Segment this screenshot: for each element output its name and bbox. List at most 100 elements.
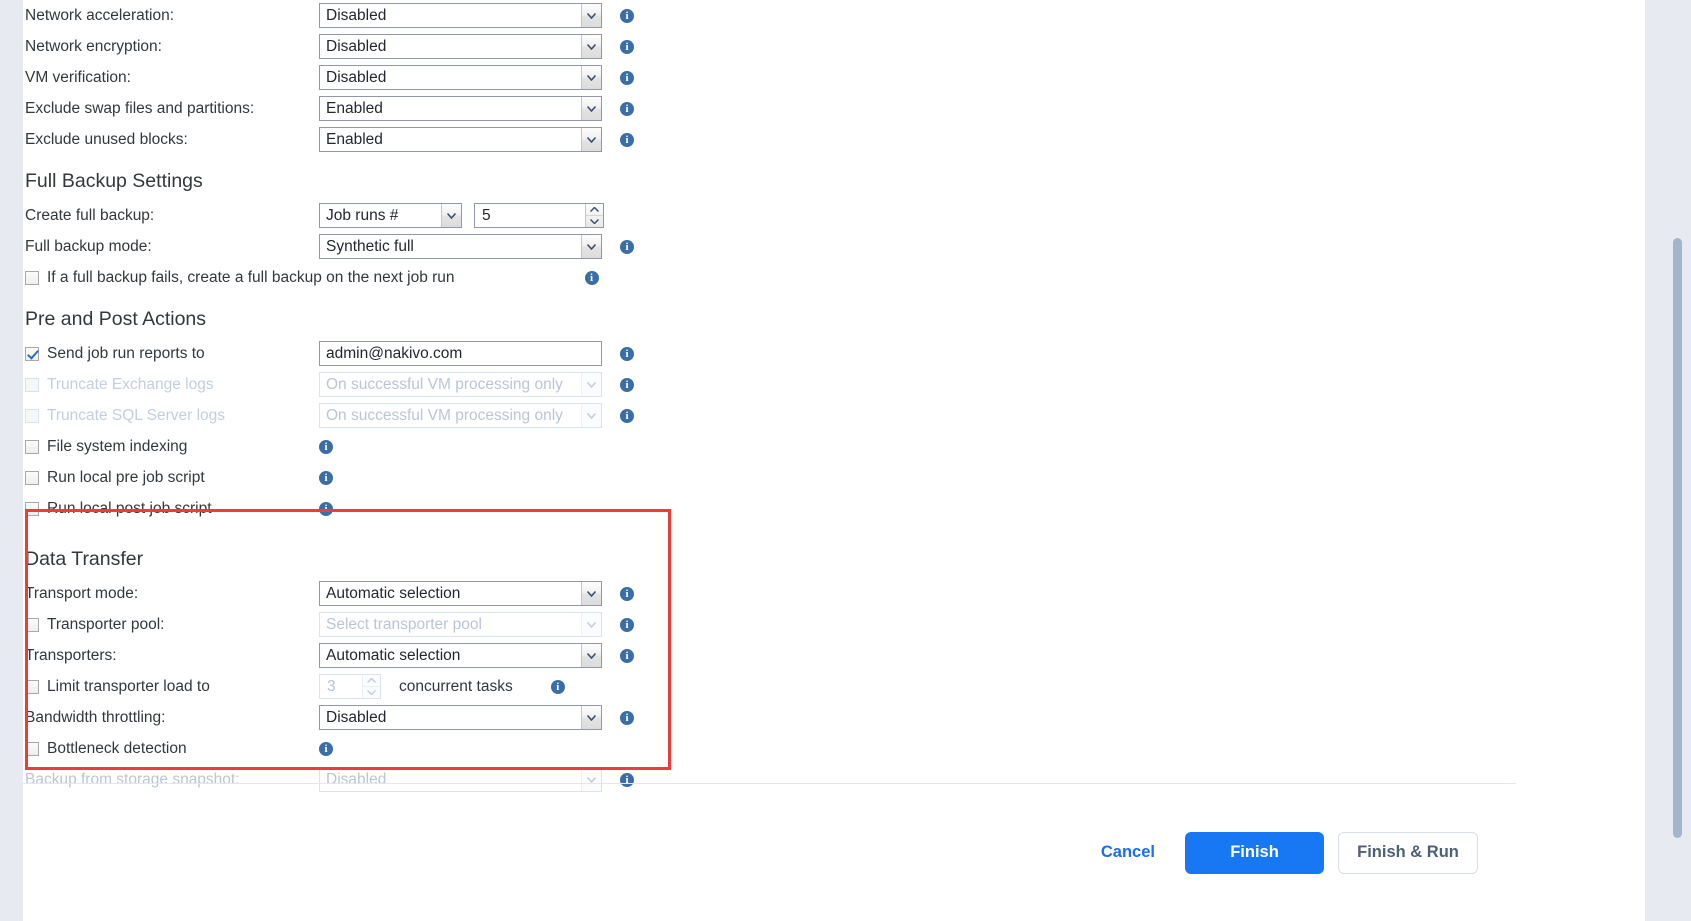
info-icon[interactable]: i (620, 346, 634, 361)
info-icon[interactable]: i (620, 617, 634, 632)
stepper-down-icon[interactable] (586, 216, 603, 227)
checkbox-icon[interactable] (25, 470, 39, 485)
checkbox-icon[interactable] (25, 439, 39, 454)
info-icon[interactable]: i (620, 70, 634, 85)
label-exclude-swap-files: Exclude swap files and partitions: (25, 99, 255, 117)
info-icon[interactable]: i (550, 679, 565, 694)
label-transporters: Transporters: (25, 646, 117, 664)
setting-row-transporter-pool: Transporter pool: Select transporter poo… (25, 609, 1622, 640)
info-icon[interactable]: i (620, 101, 634, 116)
select-network-encryption[interactable]: Disabled (319, 34, 602, 59)
stepper-buttons[interactable] (585, 204, 603, 227)
checkbox-send-reports[interactable]: Send job run reports to (25, 345, 319, 363)
select-vm-verification[interactable]: Disabled (319, 65, 602, 90)
checkbox-transporter-pool[interactable]: Transporter pool: (25, 616, 319, 634)
checkbox-label-pre-job-script: Run local pre job script (47, 468, 205, 486)
chevron-down-icon[interactable] (441, 204, 461, 227)
checkbox-file-indexing[interactable]: File system indexing (25, 438, 319, 456)
select-transporters[interactable]: Automatic selection (319, 643, 602, 668)
select-truncate-exchange: On successful VM processing only (319, 372, 602, 397)
chevron-down-icon[interactable] (581, 582, 601, 605)
select-full-backup-mode[interactable]: Synthetic full (319, 234, 602, 259)
checkbox-icon[interactable] (25, 679, 39, 694)
info-icon[interactable]: i (319, 501, 333, 516)
select-network-acceleration[interactable]: Disabled (319, 3, 602, 28)
info-icon[interactable]: i (319, 439, 333, 454)
finish-button[interactable]: Finish (1185, 831, 1324, 874)
info-slot: i (620, 377, 634, 392)
select-create-full-backup[interactable]: Job runs # (319, 203, 462, 228)
select-value-full-backup-mode: Synthetic full (326, 237, 414, 255)
checkbox-label-limit-transporter-load: Limit transporter load to (47, 677, 210, 695)
chevron-down-icon[interactable] (581, 128, 601, 151)
setting-row-network-acceleration: Network acceleration: Disabled i (25, 0, 1622, 31)
info-icon[interactable]: i (620, 408, 634, 423)
checkbox-label-post-job-script: Run local post job script (47, 499, 212, 517)
select-placeholder-transporter-pool: Select transporter pool (326, 615, 482, 633)
select-exclude-unused-blocks[interactable]: Enabled (319, 127, 602, 152)
info-icon[interactable]: i (620, 132, 634, 147)
checkbox-limit-transporter-load[interactable]: Limit transporter load to (25, 678, 319, 696)
input-value-report-email: admin@nakivo.com (326, 344, 463, 362)
checkbox-pre-job-script[interactable]: Run local pre job script (25, 469, 319, 487)
info-icon[interactable]: i (620, 648, 634, 663)
info-icon[interactable]: i (620, 586, 634, 601)
stepper-value-concurrent-tasks: 3 (327, 677, 336, 695)
setting-row-limit-transporter-load: Limit transporter load to 3 concurrent t… (25, 671, 1622, 702)
stepper-value-full-backup-job-runs: 5 (482, 206, 491, 224)
checkbox-icon[interactable] (25, 501, 39, 516)
info-icon[interactable]: i (620, 239, 634, 254)
stepper-concurrent-tasks: 3 (319, 674, 381, 699)
chevron-down-icon[interactable] (581, 4, 601, 27)
checkbox-icon (25, 408, 39, 423)
info-slot: i (620, 408, 634, 423)
select-bandwidth-throttling[interactable]: Disabled (319, 705, 602, 730)
checkbox-icon[interactable] (25, 741, 39, 756)
info-icon[interactable]: i (319, 741, 333, 756)
checkbox-full-backup-fails[interactable]: If a full backup fails, create a full ba… (25, 269, 455, 287)
stepper-buttons (362, 675, 380, 698)
chevron-down-icon[interactable] (581, 66, 601, 89)
info-slot: i (319, 501, 333, 516)
info-icon[interactable]: i (620, 710, 634, 725)
checkbox-icon[interactable] (25, 270, 39, 285)
checkbox-label-bottleneck-detection: Bottleneck detection (47, 739, 187, 757)
chevron-down-icon (581, 613, 601, 636)
info-icon[interactable]: i (620, 39, 634, 54)
info-icon[interactable]: i (620, 377, 634, 392)
checkbox-icon (25, 377, 39, 392)
chevron-down-icon[interactable] (581, 35, 601, 58)
info-slot: i (620, 39, 634, 54)
finish-and-run-button[interactable]: Finish & Run (1338, 831, 1478, 874)
wizard-footer: Cancel Finish Finish & Run (23, 784, 1645, 921)
info-slot: i (319, 470, 333, 485)
input-report-email[interactable]: admin@nakivo.com (319, 341, 602, 366)
select-transport-mode[interactable]: Automatic selection (319, 581, 602, 606)
checkbox-truncate-exchange: Truncate Exchange logs (25, 376, 319, 394)
checkbox-bottleneck-detection[interactable]: Bottleneck detection (25, 740, 319, 758)
setting-row-file-indexing: File system indexing i (25, 431, 1622, 462)
checkbox-icon[interactable] (25, 617, 39, 632)
setting-row-full-backup-fails: If a full backup fails, create a full ba… (25, 262, 1622, 293)
info-icon[interactable]: i (319, 470, 333, 485)
vertical-scrollbar-thumb[interactable] (1673, 238, 1682, 838)
chevron-down-icon[interactable] (581, 644, 601, 667)
label-exclude-unused-blocks: Exclude unused blocks: (25, 130, 188, 148)
cancel-button[interactable]: Cancel (1083, 832, 1173, 874)
setting-row-transport-mode: Transport mode: Automatic selection i (25, 578, 1622, 609)
select-value-truncate-sql: On successful VM processing only (326, 406, 563, 424)
info-icon[interactable]: i (584, 270, 599, 285)
stepper-full-backup-job-runs[interactable]: 5 (474, 203, 604, 228)
chevron-down-icon[interactable] (581, 706, 601, 729)
select-exclude-swap-files[interactable]: Enabled (319, 96, 602, 121)
info-icon[interactable]: i (620, 8, 634, 23)
label-concurrent-tasks: concurrent tasks (399, 677, 513, 695)
info-slot: i (620, 101, 634, 116)
checkbox-post-job-script[interactable]: Run local post job script (25, 500, 319, 518)
chevron-down-icon[interactable] (581, 97, 601, 120)
setting-row-vm-verification: VM verification: Disabled i (25, 62, 1622, 93)
setting-row-truncate-exchange: Truncate Exchange logs On successful VM … (25, 369, 1622, 400)
checkbox-icon[interactable] (25, 346, 39, 361)
chevron-down-icon[interactable] (581, 235, 601, 258)
stepper-up-icon[interactable] (586, 204, 603, 216)
